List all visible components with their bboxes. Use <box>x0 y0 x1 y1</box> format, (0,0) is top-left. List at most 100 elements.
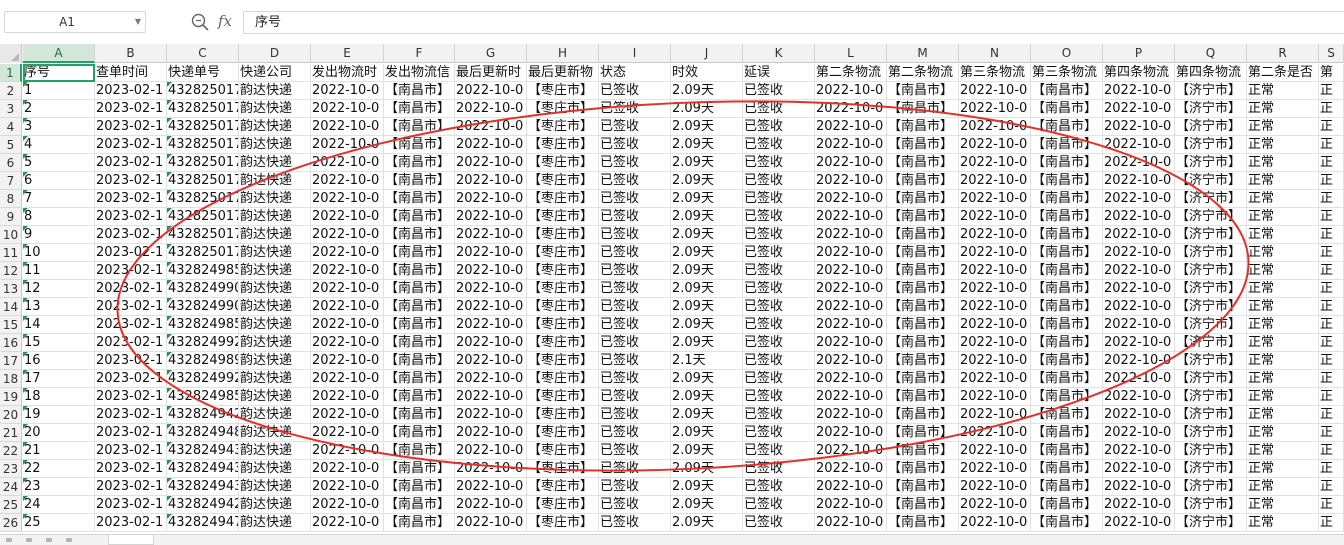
cell[interactable]: 432824992 <box>167 370 239 388</box>
sheet-nav-prev-icon[interactable] <box>26 538 32 542</box>
cell[interactable]: 【南昌市】 <box>887 442 959 460</box>
name-box[interactable]: A1 ▼ <box>4 11 146 33</box>
cell[interactable]: 正 <box>1319 334 1344 352</box>
cell[interactable]: 15 <box>23 334 95 352</box>
cell[interactable]: 已签收 <box>599 496 671 514</box>
cell[interactable]: 2022-10-0 <box>1103 172 1175 190</box>
cell[interactable]: 正 <box>1319 208 1344 226</box>
cell[interactable]: 432824985 <box>167 262 239 280</box>
cell[interactable]: 2023-02-1 <box>95 100 167 118</box>
cell[interactable]: 2022-10-0 <box>455 496 527 514</box>
cell[interactable]: 2.09天 <box>671 190 743 208</box>
sheet-tab[interactable] <box>108 535 154 545</box>
cell[interactable]: 2.09天 <box>671 370 743 388</box>
cell[interactable]: 【南昌市】 <box>887 352 959 370</box>
sheet-nav-first-icon[interactable] <box>6 538 12 542</box>
header-cell[interactable]: 延误 <box>743 64 815 82</box>
cell[interactable]: 17 <box>23 370 95 388</box>
cell[interactable]: 2022-10-0 <box>455 118 527 136</box>
cell[interactable]: 已签收 <box>743 424 815 442</box>
cell[interactable]: 【济宁市】 <box>1175 370 1247 388</box>
cell[interactable]: 【南昌市】 <box>887 244 959 262</box>
cell[interactable]: 2022-10-0 <box>455 478 527 496</box>
cell[interactable]: 2022-10-0 <box>959 442 1031 460</box>
cell[interactable]: 韵达快递 <box>239 154 311 172</box>
cell[interactable]: 2022-10-0 <box>959 316 1031 334</box>
cell[interactable]: 【济宁市】 <box>1175 496 1247 514</box>
cell[interactable]: 5 <box>23 154 95 172</box>
cell[interactable]: 10 <box>23 244 95 262</box>
cell[interactable]: 已签收 <box>743 334 815 352</box>
cell[interactable]: 韵达快递 <box>239 136 311 154</box>
cell[interactable]: 正常 <box>1247 118 1319 136</box>
cell[interactable]: 【南昌市】 <box>384 334 455 352</box>
cell[interactable]: 已签收 <box>743 100 815 118</box>
cell[interactable]: 2022-10-0 <box>959 172 1031 190</box>
row-header[interactable]: 14 <box>0 298 22 316</box>
cell[interactable]: 2022-10-0 <box>1103 370 1175 388</box>
cell[interactable]: 正常 <box>1247 136 1319 154</box>
formula-value[interactable]: 序号 <box>255 12 281 33</box>
cell[interactable]: 正 <box>1319 370 1344 388</box>
cell[interactable]: 已签收 <box>743 298 815 316</box>
cell[interactable]: 2.09天 <box>671 298 743 316</box>
cell[interactable]: 4 <box>23 136 95 154</box>
cell[interactable]: 韵达快递 <box>239 100 311 118</box>
cell[interactable]: 20 <box>23 424 95 442</box>
cell[interactable]: 【南昌市】 <box>1031 244 1103 262</box>
cell[interactable]: 2022-10-0 <box>1103 154 1175 172</box>
cell[interactable]: 正常 <box>1247 334 1319 352</box>
cell[interactable]: 2022-10-0 <box>455 352 527 370</box>
cell[interactable]: 2022-10-0 <box>1103 118 1175 136</box>
cell[interactable]: 【南昌市】 <box>1031 136 1103 154</box>
cell[interactable]: 2022-10-0 <box>311 190 384 208</box>
cell[interactable]: 已签收 <box>743 478 815 496</box>
cell[interactable]: 2023-02-1 <box>95 460 167 478</box>
cell[interactable]: 已签收 <box>599 190 671 208</box>
row-header[interactable]: 11 <box>0 244 22 262</box>
cell[interactable]: 2023-02-1 <box>95 280 167 298</box>
cell[interactable]: 【枣庄市】 <box>527 496 599 514</box>
cell[interactable]: 【南昌市】 <box>887 496 959 514</box>
cell[interactable]: 正常 <box>1247 154 1319 172</box>
row-header[interactable]: 3 <box>0 100 22 118</box>
cell[interactable]: 2.09天 <box>671 280 743 298</box>
cell[interactable]: 2022-10-0 <box>959 154 1031 172</box>
cell[interactable]: 432825017 <box>167 244 239 262</box>
cell[interactable]: 【枣庄市】 <box>527 262 599 280</box>
name-box-value[interactable]: A1 <box>5 12 129 32</box>
cell[interactable]: 432824990 <box>167 298 239 316</box>
cell[interactable]: 2022-10-0 <box>1103 352 1175 370</box>
cell[interactable]: 【南昌市】 <box>887 172 959 190</box>
cell[interactable]: 2022-10-0 <box>311 280 384 298</box>
cell[interactable]: 2022-10-0 <box>455 262 527 280</box>
cell[interactable]: 2023-02-1 <box>95 226 167 244</box>
cell[interactable]: 【南昌市】 <box>887 388 959 406</box>
cell[interactable]: 【南昌市】 <box>384 352 455 370</box>
cell[interactable]: 正 <box>1319 118 1344 136</box>
cell[interactable]: 2.09天 <box>671 442 743 460</box>
column-header-j[interactable]: J <box>671 44 743 63</box>
cell[interactable]: 2.09天 <box>671 172 743 190</box>
row-header[interactable]: 24 <box>0 478 22 496</box>
cell[interactable]: 2022-10-0 <box>1103 334 1175 352</box>
cell[interactable]: 2023-02-1 <box>95 262 167 280</box>
cell[interactable]: 2022-10-0 <box>815 244 887 262</box>
cell[interactable]: 2022-10-0 <box>455 100 527 118</box>
cell[interactable]: 【枣庄市】 <box>527 316 599 334</box>
row-header[interactable]: 10 <box>0 226 22 244</box>
cell[interactable]: 2022-10-0 <box>959 388 1031 406</box>
cell[interactable]: 【南昌市】 <box>887 118 959 136</box>
cell[interactable]: 【枣庄市】 <box>527 172 599 190</box>
cell[interactable]: 【南昌市】 <box>384 460 455 478</box>
cell[interactable]: 432824942 <box>167 496 239 514</box>
cell[interactable]: 正常 <box>1247 244 1319 262</box>
cell[interactable]: 韵达快递 <box>239 478 311 496</box>
sheet-nav[interactable] <box>6 536 96 544</box>
cell[interactable]: 432824943 <box>167 460 239 478</box>
header-cell[interactable]: 第四条物流 <box>1175 64 1247 82</box>
cell[interactable]: 2022-10-0 <box>815 298 887 316</box>
cell[interactable]: 2022-10-0 <box>1103 316 1175 334</box>
cell[interactable]: 2022-10-0 <box>311 316 384 334</box>
cell[interactable]: 【南昌市】 <box>1031 226 1103 244</box>
